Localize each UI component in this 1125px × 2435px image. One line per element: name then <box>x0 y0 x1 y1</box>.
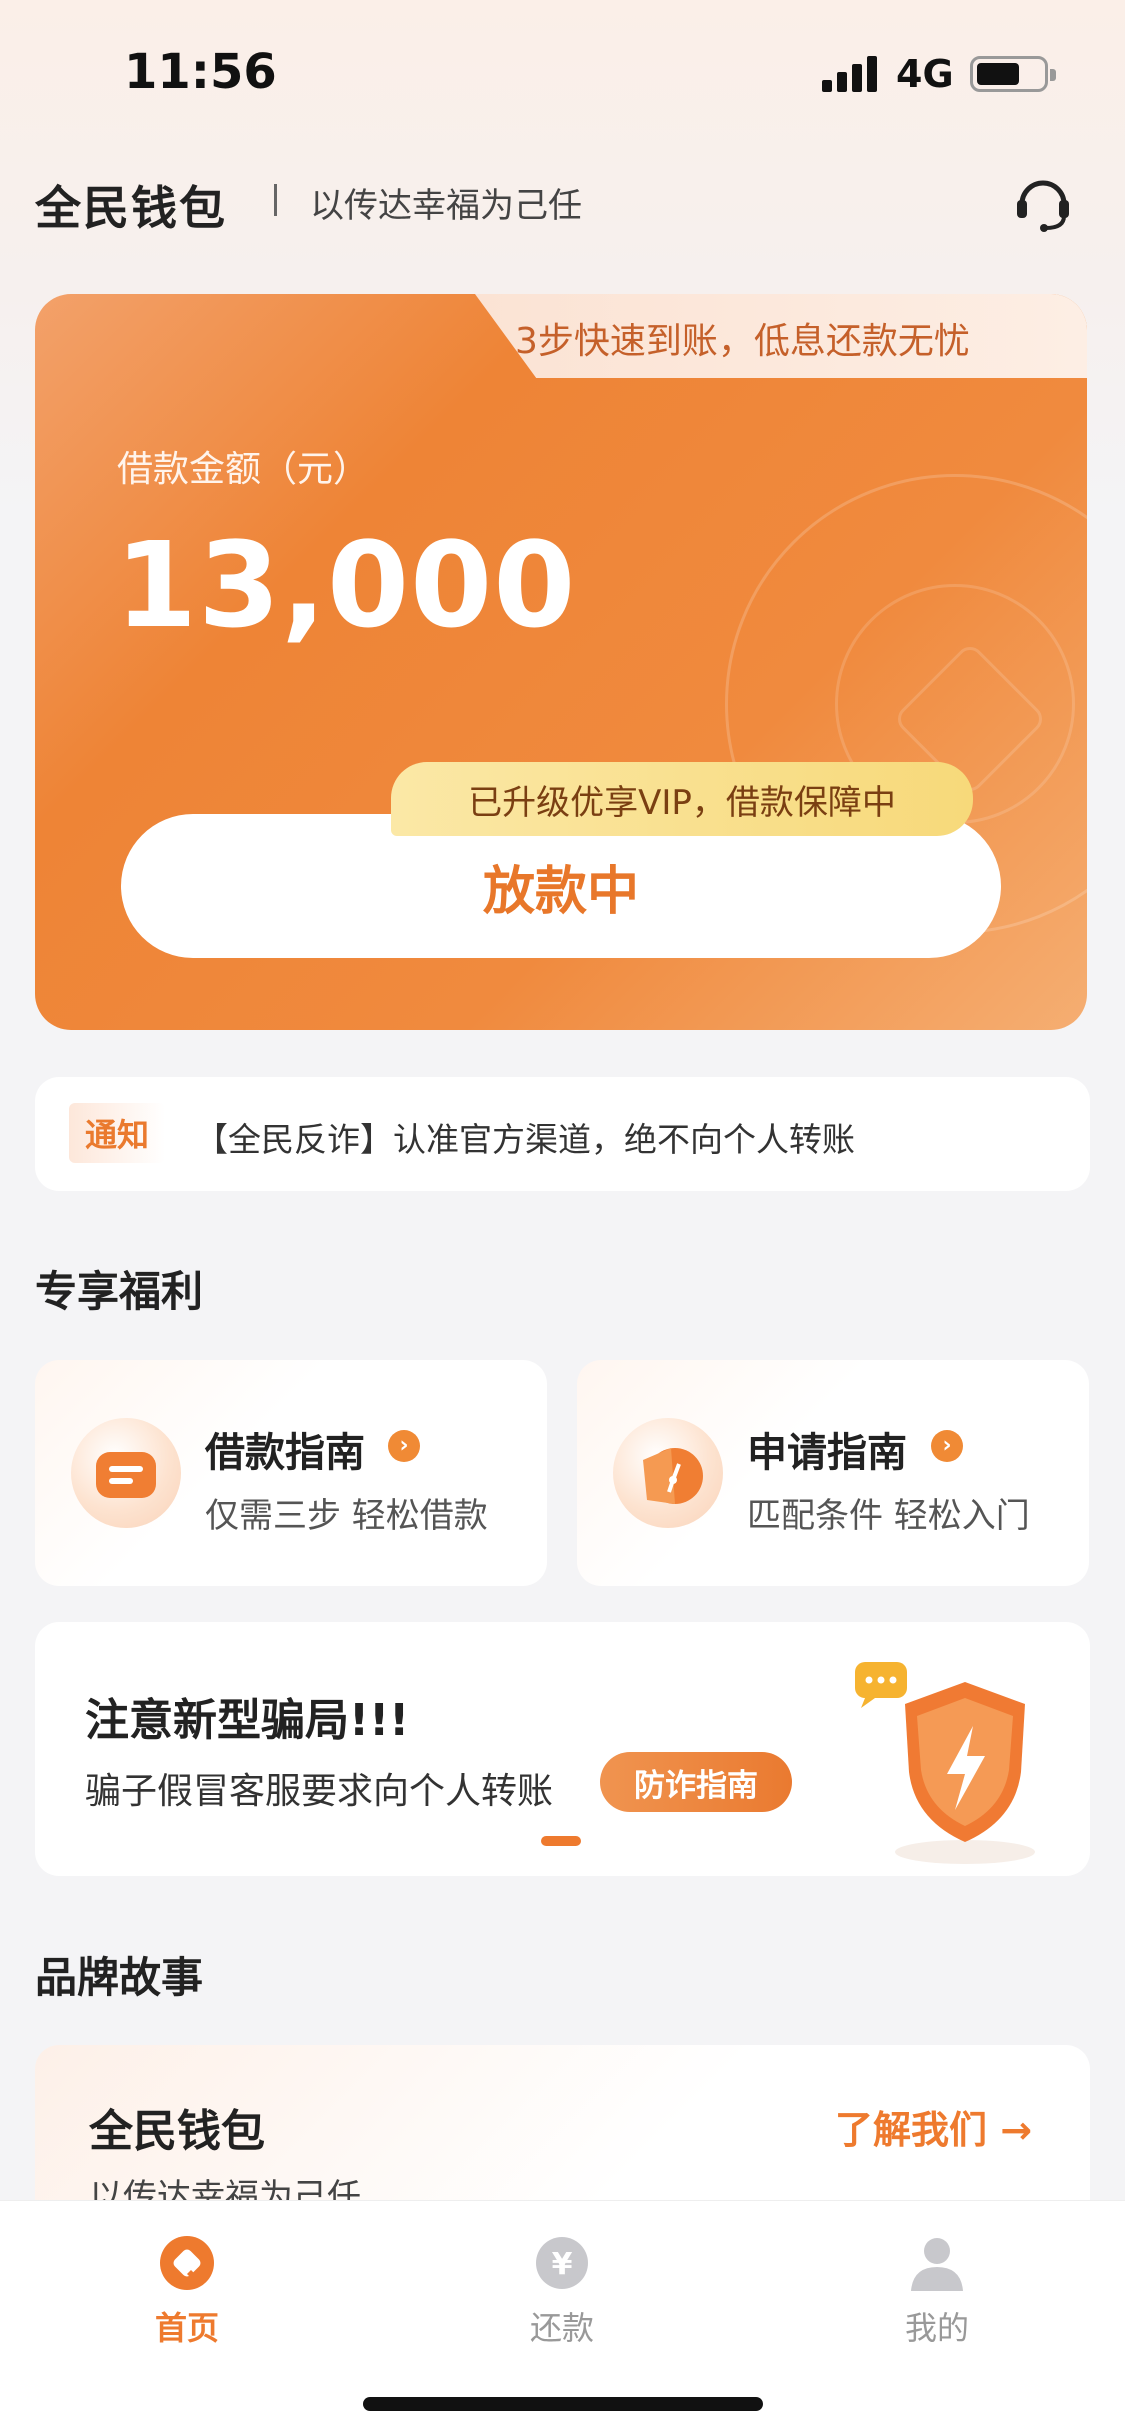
card-tab-text: 3步快速到账，低息还款无忧 <box>515 321 970 362</box>
notice-text: 【全民反诈】认准官方渠道，绝不向个人转账 <box>195 1120 855 1159</box>
carousel-indicator <box>541 1836 581 1846</box>
tab-repay-label: 还款 <box>529 2309 594 2347</box>
loan-card[interactable]: 3步快速到账，低息还款无忧 借款金额（元） 13,000 放款中 已升级优享VI… <box>35 294 1087 1030</box>
tab-mine-label: 我的 <box>904 2309 969 2347</box>
fraud-title: 注意新型骗局!!! <box>85 1695 410 1746</box>
vip-badge-text: 已升级优享VIP，借款保障中 <box>468 782 896 823</box>
battery-icon <box>970 56 1056 92</box>
home-icon <box>157 2233 217 2293</box>
svg-text:¥: ¥ <box>552 2247 573 2282</box>
loan-guide-icon <box>71 1418 181 1528</box>
status-time: 11:56 <box>124 44 277 100</box>
user-icon <box>907 2233 967 2293</box>
customer-service-icon[interactable] <box>1010 170 1076 236</box>
tab-mine[interactable]: 我的 <box>837 2215 1037 2347</box>
compass-icon <box>613 1418 723 1528</box>
fraud-subtitle: 骗子假冒客服要求向个人转账 <box>85 1771 554 1812</box>
apply-guide-title: 申请指南 <box>747 1430 907 1476</box>
chevron-right-icon: › <box>388 1430 420 1462</box>
app-header: 全民钱包 以传达幸福为己任 <box>0 160 1125 240</box>
brand-title: 全民钱包 <box>89 2106 265 2157</box>
apply-guide-card[interactable]: 申请指南 › 匹配条件 轻松入门 <box>577 1360 1089 1586</box>
shield-icon <box>825 1642 1075 1872</box>
app-title: 全民钱包 <box>35 181 227 235</box>
benefits-section-title: 专享福利 <box>35 1267 204 1316</box>
notice-bar[interactable]: 通知 【全民反诈】认准官方渠道，绝不向个人转账 <box>35 1077 1090 1191</box>
about-us-link[interactable]: 了解我们 → <box>835 2099 1032 2154</box>
home-indicator <box>363 2397 763 2411</box>
vip-badge: 已升级优享VIP，借款保障中 <box>391 762 973 836</box>
status-bar: 11:56 4G <box>0 0 1125 150</box>
network-type: 4G <box>896 52 954 96</box>
tab-repay[interactable]: ¥ 还款 <box>462 2215 662 2347</box>
loan-guide-card[interactable]: 借款指南 › 仅需三步 轻松借款 <box>35 1360 547 1586</box>
title-divider <box>274 184 277 216</box>
loan-guide-title: 借款指南 <box>205 1430 365 1476</box>
app-slogan: 以传达幸福为己任 <box>310 186 582 226</box>
loan-amount: 13,000 <box>115 516 577 654</box>
loan-status-label: 放款中 <box>482 861 639 922</box>
amount-label: 借款金额（元） <box>117 449 370 490</box>
tab-home-label: 首页 <box>154 2309 219 2347</box>
tab-home[interactable]: 首页 <box>87 2215 287 2347</box>
loan-guide-subtitle: 仅需三步 轻松借款 <box>205 1496 488 1536</box>
anti-fraud-banner[interactable]: 注意新型骗局!!! 骗子假冒客服要求向个人转账 防诈指南 <box>35 1622 1090 1876</box>
notice-tag: 通知 <box>69 1103 165 1163</box>
anti-fraud-guide-button[interactable]: 防诈指南 <box>600 1752 792 1812</box>
brand-section-title: 品牌故事 <box>35 1953 204 2002</box>
apply-guide-subtitle: 匹配条件 轻松入门 <box>747 1496 1030 1536</box>
chevron-right-icon: › <box>931 1430 963 1462</box>
yuan-icon: ¥ <box>532 2233 592 2293</box>
signal-icon <box>822 56 880 92</box>
